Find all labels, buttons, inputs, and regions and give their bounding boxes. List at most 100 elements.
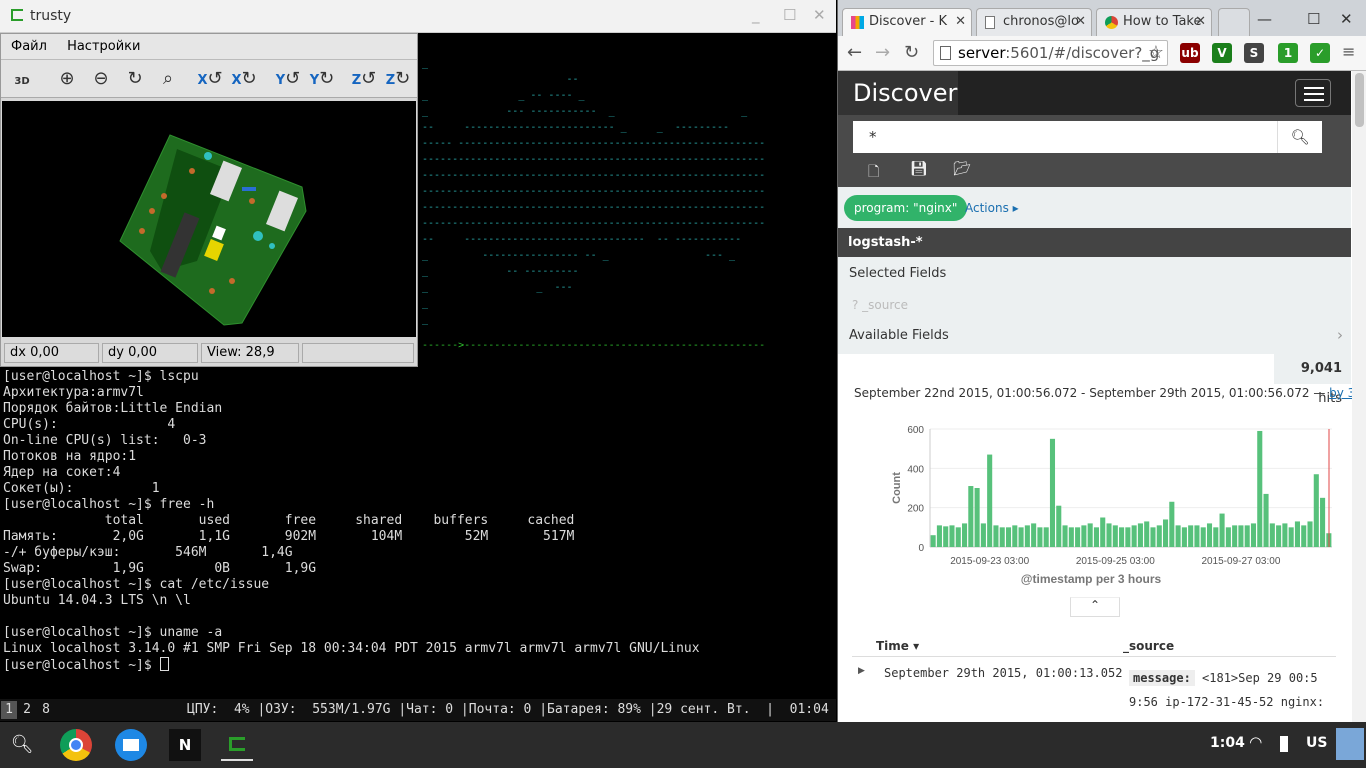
chart-bar[interactable]: [1093, 527, 1099, 547]
chart-bar[interactable]: [1163, 519, 1169, 547]
chart-bar[interactable]: [1112, 525, 1118, 547]
chart-bar[interactable]: [1049, 438, 1056, 547]
chart-bar[interactable]: [1125, 527, 1131, 547]
chart-bar[interactable]: [1068, 527, 1074, 547]
chart-bar[interactable]: [1288, 527, 1294, 547]
chart-bar[interactable]: [1087, 523, 1093, 547]
tab-close-icon[interactable]: ✕: [955, 9, 966, 35]
3d-view-icon[interactable]: 3D: [9, 66, 35, 92]
menu-toggle-button[interactable]: [1295, 79, 1331, 107]
chart-bar[interactable]: [1031, 523, 1037, 547]
source-field[interactable]: ? _source: [852, 298, 908, 312]
index-pattern[interactable]: logstash-*: [838, 228, 1351, 257]
crosh-icon[interactable]: [221, 729, 253, 761]
tab-close-icon[interactable]: ✕: [1075, 9, 1086, 35]
chart-bar[interactable]: [949, 525, 955, 547]
new-search-icon[interactable]: 🗋: [868, 161, 879, 185]
redraw-icon[interactable]: ↻: [122, 66, 148, 92]
chart-bar[interactable]: [1175, 525, 1181, 547]
status-tray[interactable]: 1:04 ◠ US: [1200, 722, 1366, 768]
chart-bar[interactable]: [1225, 527, 1231, 547]
checker-icon[interactable]: ✓: [1310, 43, 1330, 63]
expand-row-icon[interactable]: ▶: [858, 666, 865, 676]
chart-bar[interactable]: [936, 525, 942, 547]
maximize-icon[interactable]: ☐: [783, 6, 796, 24]
chart-bar[interactable]: [1156, 525, 1162, 547]
zoom-out-icon[interactable]: ⊖: [88, 66, 114, 92]
workspace-1[interactable]: 1: [1, 701, 17, 719]
new-tab-button[interactable]: [1218, 8, 1250, 36]
chart-bar[interactable]: [1100, 517, 1106, 548]
chart-bar[interactable]: [968, 486, 974, 547]
search-icon[interactable]: 🔍︎: [1277, 121, 1322, 153]
chart-bar[interactable]: [1219, 513, 1225, 547]
chart-bar[interactable]: [1150, 527, 1156, 547]
chart-bar[interactable]: [993, 525, 999, 547]
rotate-x-neg-icon[interactable]: X↻: [231, 66, 257, 92]
chart-bar[interactable]: [1269, 523, 1275, 547]
rotate-z-neg-icon[interactable]: Z↻: [385, 66, 411, 92]
chart-bar[interactable]: [1194, 525, 1200, 547]
chart-bar[interactable]: [1119, 527, 1125, 547]
chart-bar[interactable]: [1106, 523, 1112, 547]
chart-bar[interactable]: [1206, 523, 1213, 547]
rotate-x-icon[interactable]: X↺: [197, 66, 223, 92]
back-icon[interactable]: ←: [847, 42, 862, 63]
collapse-chart-button[interactable]: ⌃: [1070, 597, 1120, 617]
open-search-icon[interactable]: 📂︎: [953, 161, 971, 177]
vimium-icon[interactable]: V: [1212, 43, 1232, 63]
chart-bar[interactable]: [1250, 523, 1257, 547]
chart-bar[interactable]: [1263, 493, 1269, 547]
chart-bar[interactable]: [1244, 525, 1250, 547]
zoom-in-icon[interactable]: ⊕: [54, 66, 80, 92]
minimize-icon[interactable]: —: [1257, 10, 1272, 28]
rotate-y-neg-icon[interactable]: Y↻: [309, 66, 335, 92]
chrome-menu-icon[interactable]: ≡: [1342, 42, 1355, 61]
histogram-chart[interactable]: 0 200 400 600 2015-09-23 03:00 2015-09-25 03:…: [848, 418, 1338, 593]
search-icon[interactable]: 🔍︎: [6, 729, 38, 761]
chart-bar[interactable]: [1213, 527, 1219, 547]
chart-bar[interactable]: [1276, 525, 1282, 547]
workspace-2[interactable]: 2: [19, 701, 35, 719]
menu-file[interactable]: Файл: [11, 34, 47, 60]
chart-bar[interactable]: [1005, 527, 1012, 547]
zoom-fit-icon[interactable]: ⌕: [155, 66, 181, 92]
chart-bar[interactable]: [1018, 527, 1024, 547]
chart-bar[interactable]: [1320, 497, 1326, 547]
chart-bar[interactable]: [1012, 525, 1018, 547]
chart-bar[interactable]: [1232, 525, 1238, 547]
screenshot-icon[interactable]: S: [1244, 43, 1264, 63]
chart-bar[interactable]: [1238, 525, 1244, 547]
chart-bar[interactable]: [1307, 521, 1313, 547]
pcb-3d-canvas[interactable]: [2, 101, 416, 337]
chart-bar[interactable]: [1144, 521, 1150, 547]
chart-bar[interactable]: [930, 535, 936, 547]
chrome-icon[interactable]: [60, 729, 92, 761]
chart-bar[interactable]: [1294, 521, 1300, 547]
menu-settings[interactable]: Настройки: [67, 34, 140, 60]
notion-icon[interactable]: N: [169, 729, 201, 761]
ublock-icon[interactable]: ub: [1180, 43, 1200, 63]
chart-bar[interactable]: [1282, 523, 1288, 547]
chart-bar[interactable]: [1200, 527, 1206, 547]
chart-bar[interactable]: [1188, 525, 1194, 547]
chevron-right-icon[interactable]: ›: [1337, 326, 1343, 344]
chart-bar[interactable]: [943, 526, 949, 547]
time-column-header[interactable]: Time ▾: [876, 639, 919, 653]
chart-bar[interactable]: [962, 523, 968, 547]
close-icon[interactable]: ✕: [1340, 10, 1353, 28]
chart-bar[interactable]: [987, 454, 993, 547]
chart-bar[interactable]: [1062, 525, 1068, 547]
close-icon[interactable]: ✕: [813, 6, 826, 24]
files-icon[interactable]: [115, 729, 147, 761]
chart-bar[interactable]: [974, 488, 980, 547]
chart-bar[interactable]: [1137, 523, 1143, 547]
tab-how-to[interactable]: How to Take ✕: [1096, 8, 1212, 36]
chart-bar[interactable]: [1181, 527, 1187, 547]
chart-bar[interactable]: [980, 523, 986, 547]
filter-pill[interactable]: program: "nginx": [844, 195, 968, 221]
page-scrollbar[interactable]: [1352, 71, 1366, 722]
crosh-window-icon[interactable]: 1: [1278, 43, 1298, 63]
address-bar[interactable]: server:5601/#/discover?_g ☆: [933, 40, 1168, 66]
forward-icon[interactable]: →: [875, 42, 890, 63]
